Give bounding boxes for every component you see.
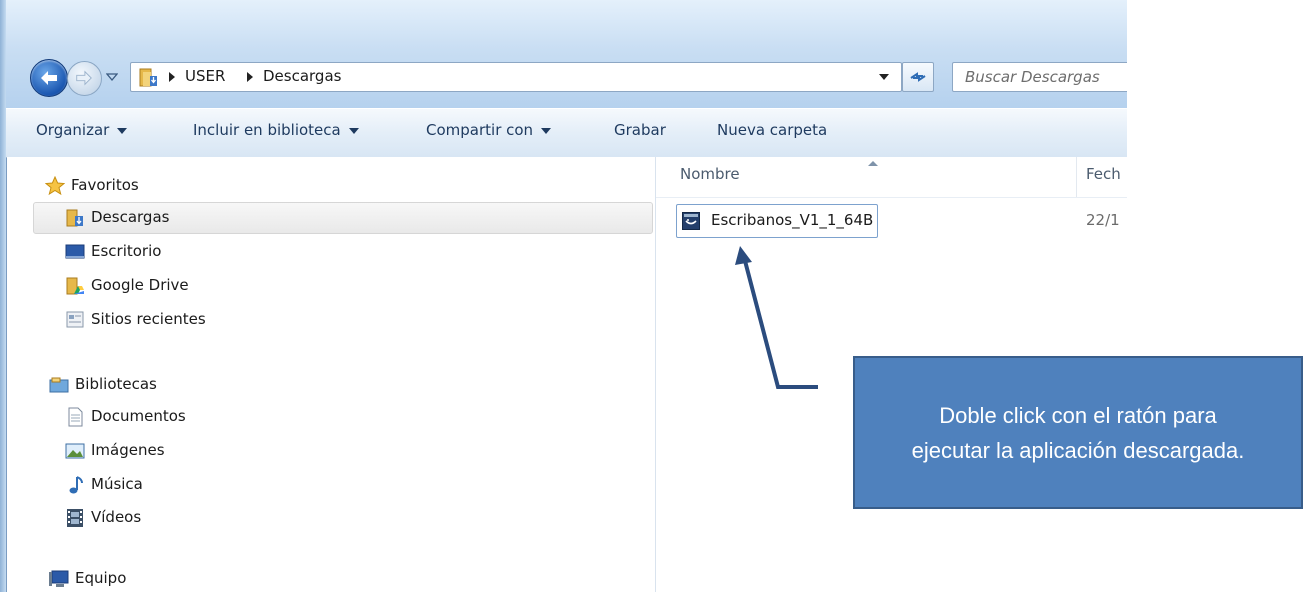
annotation-callout: Doble click con el ratón para ejecutar l… [853,356,1303,509]
annotation-text: Doble click con el ratón para ejecutar l… [911,402,1245,463]
arrow-head [735,246,752,265]
